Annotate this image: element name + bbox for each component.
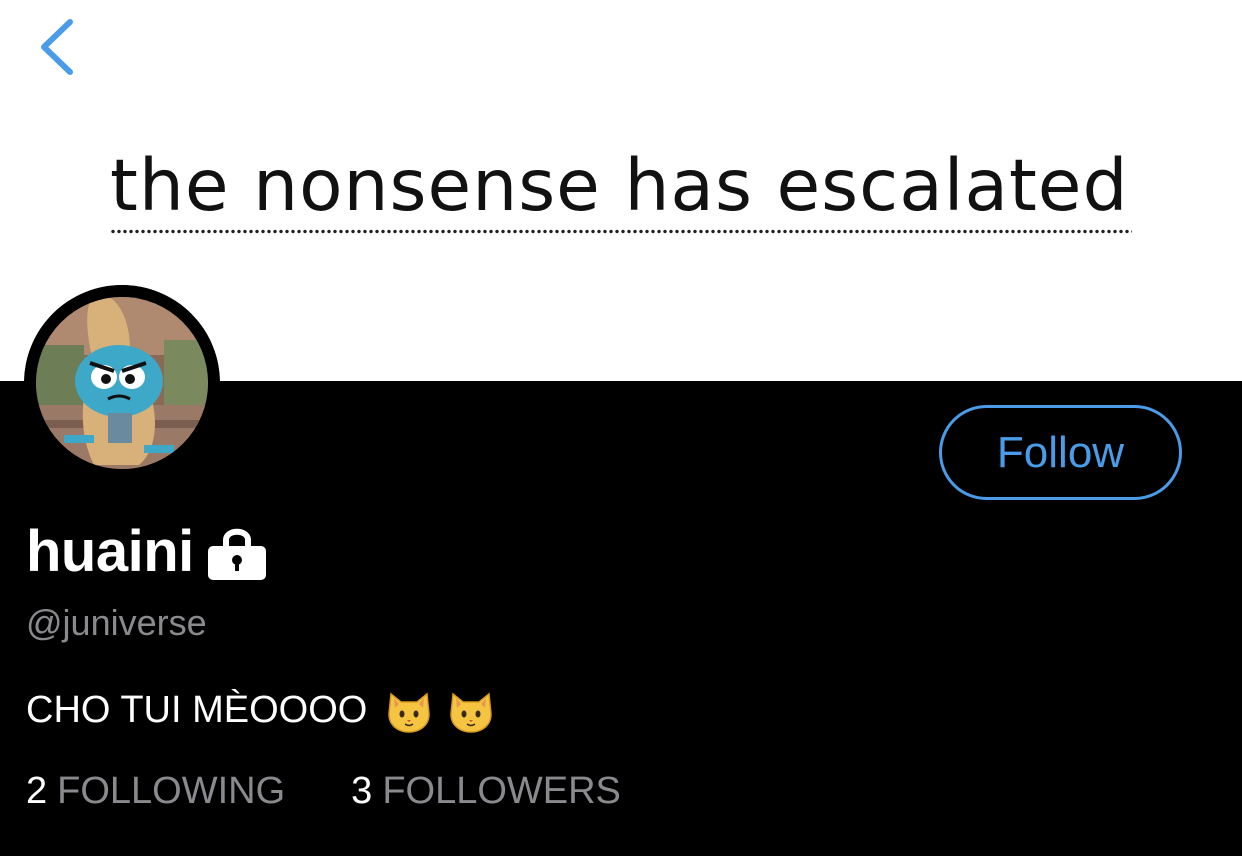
following-label: FOLLOWING	[57, 770, 286, 812]
followers-stat[interactable]: 3 FOLLOWERS	[351, 770, 621, 813]
cat-face-emoji-icon	[388, 692, 431, 733]
display-name: huaini	[26, 518, 194, 584]
lock-icon	[207, 528, 266, 580]
cat-face-emoji-icon	[450, 692, 493, 733]
display-name-row: huaini	[26, 518, 268, 584]
following-stat[interactable]: 2 FOLLOWING	[26, 770, 285, 813]
following-count: 2	[26, 770, 48, 812]
username-handle: @juniverse	[26, 602, 207, 643]
banner-caption: the nonsense has escalated	[110, 144, 1129, 227]
back-button[interactable]	[30, 14, 86, 84]
bio-text: CHO TUI MÈOOOO	[26, 688, 368, 731]
followers-label: FOLLOWERS	[382, 770, 621, 812]
chevron-left-icon	[41, 19, 73, 75]
avatar[interactable]	[24, 285, 220, 481]
follow-button[interactable]: Follow	[939, 405, 1182, 500]
profile-bio: CHO TUI MÈOOOO	[26, 684, 495, 736]
profile-stats: 2 FOLLOWING 3 FOLLOWERS	[26, 770, 621, 813]
followers-count: 3	[351, 770, 373, 812]
avatar-cartoon-image	[24, 285, 220, 481]
banner-dotted-underline	[110, 229, 1132, 234]
